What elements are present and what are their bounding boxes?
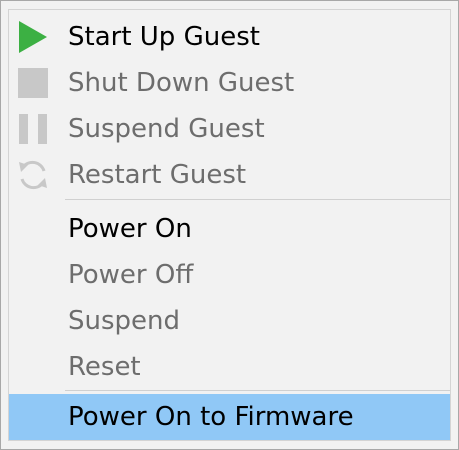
menu-separator	[65, 390, 450, 391]
menu-item-label: Reset	[68, 352, 141, 382]
menu-separator	[65, 199, 450, 200]
menu-item-label: Start Up Guest	[68, 22, 260, 52]
menu-item-power-off[interactable]: Power Off	[9, 252, 450, 298]
menu-item-label: Power On	[68, 214, 192, 244]
menu-item-label: Suspend Guest	[68, 114, 265, 144]
menu-item-restart-guest[interactable]: Restart Guest	[9, 152, 450, 198]
power-context-menu: Start Up Guest Shut Down Guest Suspend G…	[0, 0, 459, 450]
menu-item-suspend-guest[interactable]: Suspend Guest	[9, 106, 450, 152]
stop-icon	[13, 63, 53, 103]
menu-item-reset[interactable]: Reset	[9, 344, 450, 390]
pause-icon	[13, 109, 53, 149]
menu-item-shut-down-guest[interactable]: Shut Down Guest	[9, 60, 450, 106]
menu-item-label: Suspend	[68, 306, 181, 336]
menu-item-start-up-guest[interactable]: Start Up Guest	[9, 14, 450, 60]
menu-item-label: Shut Down Guest	[68, 68, 295, 98]
menu-panel: Start Up Guest Shut Down Guest Suspend G…	[8, 9, 451, 441]
menu-item-label: Power On to Firmware	[68, 402, 354, 432]
menu-item-power-on[interactable]: Power On	[9, 206, 450, 252]
restart-icon	[13, 155, 53, 195]
menu-item-label: Restart Guest	[68, 160, 247, 190]
menu-item-power-on-to-firmware[interactable]: Power On to Firmware	[9, 394, 450, 440]
menu-item-label: Power Off	[68, 260, 194, 290]
play-icon	[13, 17, 53, 57]
menu-item-suspend[interactable]: Suspend	[9, 298, 450, 344]
